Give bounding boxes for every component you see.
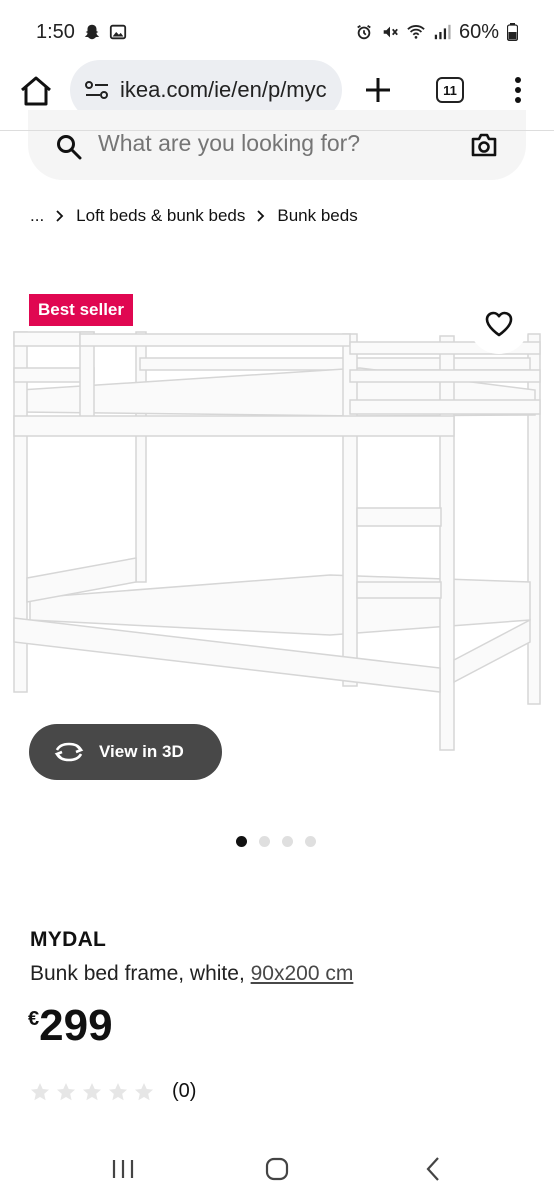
snapchat-icon	[84, 24, 100, 40]
rotate-3d-icon	[54, 742, 84, 762]
product-price: € 299	[28, 1002, 113, 1050]
price-currency: €	[28, 1008, 40, 1030]
breadcrumb-bunk-beds[interactable]: Bunk beds	[277, 206, 357, 226]
battery-level: 60%	[458, 20, 499, 43]
product-name: MYDAL	[30, 928, 107, 951]
home-icon[interactable]	[18, 74, 54, 108]
status-time: 1:50	[36, 20, 75, 43]
toolbar-divider	[0, 130, 554, 131]
site-settings-icon[interactable]	[84, 79, 110, 101]
star-empty-icon	[135, 1082, 153, 1100]
tab-switcher-button[interactable]: 11	[436, 77, 464, 103]
system-nav-bar	[0, 1136, 554, 1200]
chevron-right-icon	[257, 210, 265, 222]
favourite-button[interactable]	[469, 294, 529, 354]
gallery-dot-4[interactable]	[305, 836, 316, 847]
new-tab-icon[interactable]	[362, 72, 394, 108]
product-description-text: Bunk bed frame, white,	[30, 962, 245, 985]
star-empty-icon	[31, 1082, 49, 1100]
view-in-3d-button[interactable]: View in 3D	[29, 724, 222, 780]
product-image[interactable]	[0, 320, 554, 760]
best-seller-badge: Best seller	[29, 294, 133, 326]
image-icon	[109, 24, 127, 40]
breadcrumb: ... Loft beds & bunk beds Bunk beds	[30, 206, 358, 226]
gallery-dot-3[interactable]	[282, 836, 293, 847]
wifi-icon	[407, 25, 425, 39]
more-menu-icon[interactable]	[508, 72, 528, 108]
product-size-link[interactable]: 90x200 cm	[251, 962, 354, 985]
product-rating[interactable]: (0)	[30, 1080, 196, 1103]
gallery-pagination	[236, 836, 316, 847]
chevron-right-icon	[56, 210, 64, 222]
status-bar: 1:50 60%	[0, 0, 554, 64]
mute-icon	[383, 26, 398, 38]
star-empty-icon	[83, 1082, 101, 1100]
rating-count: (0)	[172, 1080, 197, 1102]
gallery-dot-2[interactable]	[259, 836, 270, 847]
recent-apps-icon[interactable]	[110, 1158, 136, 1180]
signal-icon	[434, 24, 451, 40]
gallery-dot-1[interactable]	[236, 836, 247, 847]
breadcrumb-loft-bunk-beds[interactable]: Loft beds & bunk beds	[76, 206, 245, 226]
camera-icon[interactable]	[470, 132, 498, 158]
star-empty-icon	[57, 1082, 75, 1100]
search-bar[interactable]	[28, 110, 526, 180]
search-input[interactable]	[98, 130, 458, 157]
product-description: Bunk bed frame, white, 90x200 cm	[30, 962, 353, 986]
tab-count: 11	[443, 82, 457, 98]
star-empty-icon	[109, 1082, 127, 1100]
alarm-icon	[357, 24, 371, 40]
battery-icon	[507, 23, 518, 41]
home-nav-icon[interactable]	[265, 1157, 289, 1181]
breadcrumb-ellipsis[interactable]: ...	[30, 206, 44, 226]
price-value: 299	[39, 1001, 113, 1050]
view-in-3d-label: View in 3D	[99, 742, 184, 761]
url-text: ikea.com/ie/en/p/myc	[120, 77, 327, 102]
search-icon[interactable]	[56, 134, 82, 160]
back-icon[interactable]	[424, 1156, 442, 1182]
heart-icon	[485, 311, 513, 337]
